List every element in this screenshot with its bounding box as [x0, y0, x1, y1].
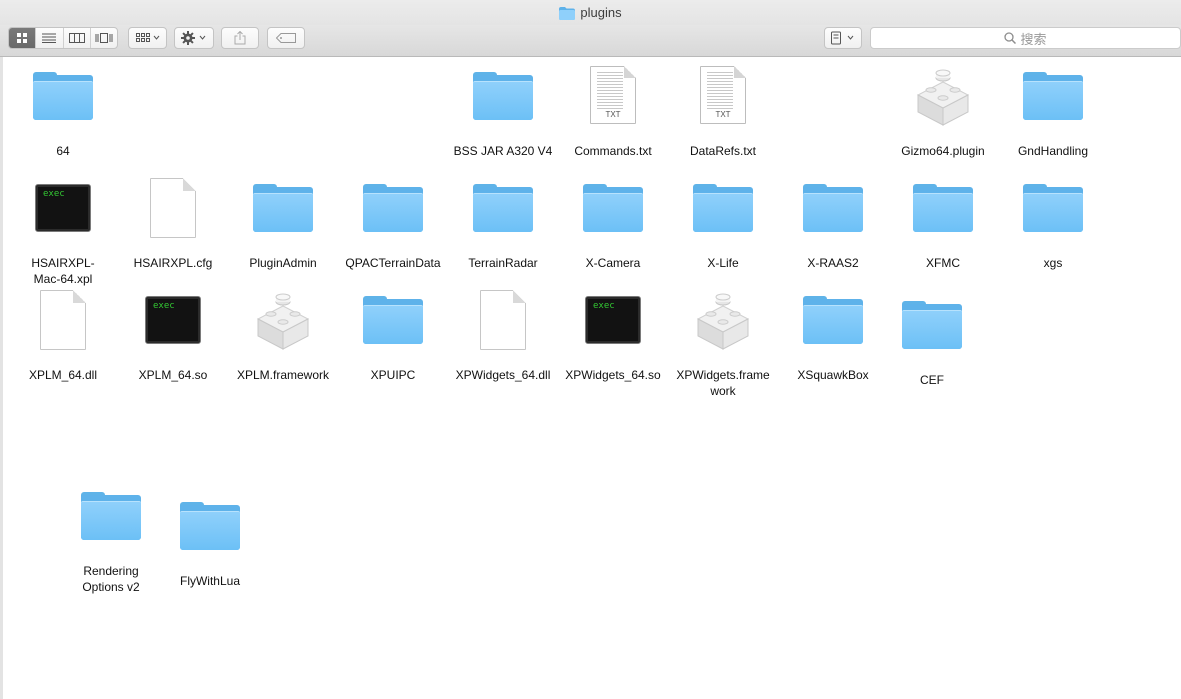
folder-icon	[363, 184, 423, 232]
file-item-label: X-Camera	[585, 256, 641, 270]
file-item-label: X-RAAS2	[807, 256, 859, 270]
file-item-label: GndHandling	[1017, 144, 1089, 158]
path-icon	[831, 31, 854, 45]
file-item-label: FlyWithLua	[179, 574, 241, 588]
window-title: plugins	[0, 5, 1181, 23]
file-item-label: Commands.txt	[574, 144, 652, 158]
folder-icon	[803, 184, 863, 232]
folder-icon	[253, 184, 313, 232]
search-field[interactable]: 搜索	[870, 27, 1181, 49]
file-item-label: XPLM.framework	[236, 368, 330, 382]
file-item-label: XPWidgets_64.dll	[455, 368, 551, 382]
view-mode-segment[interactable]	[8, 27, 118, 49]
terminal-exec-icon: exec	[585, 296, 641, 344]
file-item-label: X-Life	[707, 256, 739, 270]
file-item-label: BSS JAR A320 V4	[453, 144, 553, 158]
file-item-label: PluginAdmin	[249, 256, 317, 270]
file-item-label: CEF	[920, 373, 944, 387]
file-item-label: HSAIRXPL.cfg	[133, 256, 213, 270]
icon-view-icon[interactable]	[9, 28, 37, 48]
folder-icon	[559, 7, 576, 23]
share-icon	[234, 31, 246, 45]
folder-icon	[1023, 184, 1083, 232]
file-item-label: XPLM_64.dll	[28, 368, 98, 382]
file-item-label: XPLM_64.so	[138, 368, 208, 382]
folder-icon	[583, 184, 643, 232]
terminal-exec-icon: exec	[35, 184, 91, 232]
file-item-label: XPWidgets.frame work	[676, 368, 770, 398]
file-item-label: 64	[56, 144, 70, 158]
sidebar-edge	[0, 57, 3, 699]
share-button[interactable]	[221, 27, 259, 49]
plugin-bundle-icon	[694, 292, 752, 355]
arrange-button[interactable]	[128, 27, 167, 49]
action-button[interactable]	[174, 27, 214, 49]
file-item-label: xgs	[1043, 256, 1063, 270]
folder-icon	[81, 492, 141, 540]
tag-button[interactable]	[267, 27, 305, 49]
folder-icon	[913, 184, 973, 232]
file-item-label: QPACTerrainData	[345, 256, 441, 270]
window-title-text: plugins	[580, 5, 622, 20]
coverflow-view-icon[interactable]	[91, 28, 117, 48]
file-item-label: XPUIPC	[370, 368, 416, 382]
folder-icon	[473, 184, 533, 232]
search-placeholder: 搜索	[1020, 31, 1047, 47]
folder-icon	[1023, 72, 1083, 120]
file-item-label: XFMC	[926, 256, 960, 270]
file-item-label: XSquawkBox	[797, 368, 869, 382]
plugin-bundle-icon	[914, 68, 972, 131]
folder-icon	[33, 72, 93, 120]
gear-icon	[181, 31, 206, 45]
column-view-icon[interactable]	[64, 28, 91, 48]
folder-icon	[803, 296, 863, 344]
document-icon	[480, 290, 526, 350]
folder-icon	[363, 296, 423, 344]
document-icon	[40, 290, 86, 350]
folder-icon	[180, 502, 240, 550]
file-item-label: Gizmo64.plugin	[901, 144, 985, 158]
file-item-label: XPWidgets_64.so	[565, 368, 661, 382]
terminal-exec-icon: exec	[145, 296, 201, 344]
search-icon	[1004, 32, 1017, 44]
folder-icon	[473, 72, 533, 120]
file-item-label: Rendering Options v2	[82, 564, 140, 594]
file-item-label: TerrainRadar	[468, 256, 538, 270]
toolbar: 搜索	[0, 25, 1181, 57]
plugin-bundle-icon	[254, 292, 312, 355]
document-icon	[150, 178, 196, 238]
file-item-label: DataRefs.txt	[689, 144, 757, 158]
title-bar: plugins	[0, 0, 1181, 25]
folder-icon	[902, 301, 962, 349]
list-view-icon[interactable]	[36, 28, 64, 48]
text-file-icon: TXT	[590, 66, 636, 124]
tag-icon	[276, 33, 296, 43]
arrange-icon	[135, 33, 159, 42]
folder-icon	[693, 184, 753, 232]
path-button[interactable]	[824, 27, 862, 49]
file-item-label: HSAIRXPL- Mac-64.xpl	[31, 256, 95, 286]
text-file-icon: TXT	[700, 66, 746, 124]
